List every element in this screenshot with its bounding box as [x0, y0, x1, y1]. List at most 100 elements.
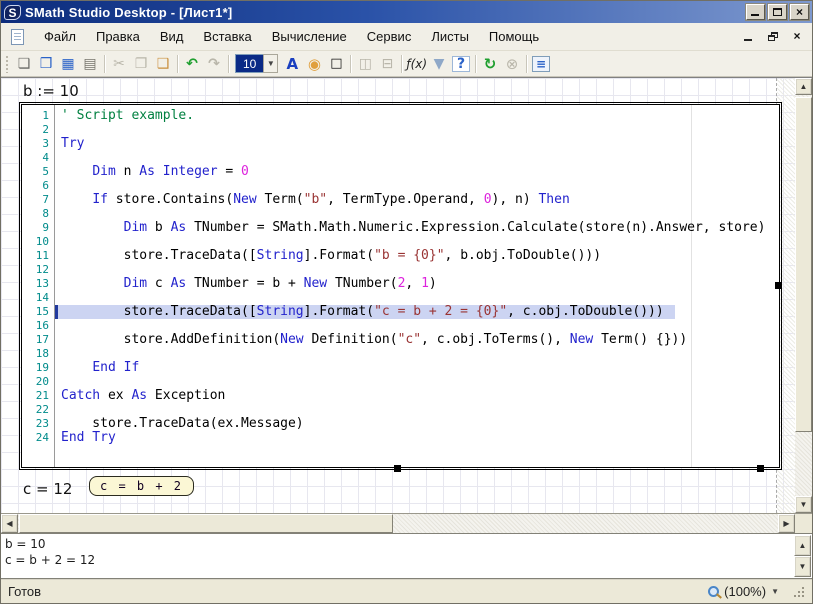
- font-size-combo[interactable]: 10 ▼: [235, 54, 278, 73]
- code-line[interactable]: Try: [61, 137, 779, 151]
- code-line[interactable]: store.AddDefinition(New Definition("c", …: [61, 333, 779, 347]
- math-region-c-result[interactable]: c = 12: [23, 480, 72, 498]
- function-button[interactable]: ƒ(x): [405, 53, 428, 75]
- code-line-selected[interactable]: store.TraceData([String].Format("c = b +…: [55, 305, 675, 319]
- menu-file[interactable]: Файл: [34, 25, 86, 48]
- console-scrollbar[interactable]: ▲ ▼: [793, 534, 812, 578]
- scroll-up-arrow-icon[interactable]: ▲: [795, 78, 812, 95]
- code-line[interactable]: Dim b As TNumber = SMath.Math.Numeric.Ex…: [61, 221, 779, 235]
- menu-bar: ФайлПравкаВидВставкаВычислениеСервисЛист…: [1, 23, 812, 51]
- code-line[interactable]: End Try: [61, 431, 779, 445]
- resize-grip[interactable]: [793, 586, 805, 598]
- clipboard-icon: ❑: [157, 57, 170, 71]
- code-line[interactable]: [61, 347, 779, 361]
- mdi-restore-button[interactable]: [764, 29, 782, 45]
- vertical-scrollbar[interactable]: ▲ ▼: [795, 78, 812, 513]
- code-line[interactable]: store.TraceData(ex.Message): [61, 417, 779, 431]
- code-line[interactable]: [61, 207, 779, 221]
- scroll-right-arrow-icon[interactable]: ▶: [778, 514, 795, 533]
- zoom-dropdown-arrow-icon[interactable]: ▼: [771, 587, 779, 596]
- mdi-close-button[interactable]: ×: [788, 29, 806, 45]
- menu-view[interactable]: Вид: [150, 25, 194, 48]
- code-line[interactable]: [61, 151, 779, 165]
- code-line[interactable]: ' Script example.: [61, 109, 779, 123]
- code-line[interactable]: [61, 403, 779, 417]
- redo-arrow-icon: ↷: [208, 57, 220, 71]
- menu-help[interactable]: Помощь: [479, 25, 549, 48]
- code-line[interactable]: Dim n As Integer = 0: [61, 165, 779, 179]
- code-line[interactable]: store.TraceData([String].Format("b = {0}…: [61, 249, 779, 263]
- code-line[interactable]: Catch ex As Exception: [61, 389, 779, 403]
- code-line[interactable]: Dim c As TNumber = b + New TNumber(2, 1): [61, 277, 779, 291]
- scrollbar-corner: [795, 514, 812, 533]
- recalculate-button[interactable]: ↻: [479, 53, 501, 75]
- maximize-icon: [773, 8, 782, 16]
- align-vertical-button: ⊟: [376, 53, 398, 75]
- toolbar-grip[interactable]: [5, 55, 9, 73]
- output-console: b = 10c = b + 2 = 12 ▲ ▼: [1, 533, 812, 579]
- line-number: 1: [22, 109, 54, 123]
- code-area[interactable]: ' Script example. Try Dim n As Integer =…: [55, 105, 779, 467]
- resize-handle-bottom[interactable]: [394, 465, 401, 472]
- worksheet-canvas[interactable]: b := 10 12345678910111213141516171819202…: [1, 78, 795, 513]
- code-line[interactable]: [61, 235, 779, 249]
- paste-button[interactable]: ❑: [152, 53, 174, 75]
- undo-arrow-icon: ↶: [186, 57, 198, 71]
- toolbar: ❏❒▦▤✂❐❑↶↷ 10 ▼ A◉□◫⊟ƒ(x)▼?↻⊗≡: [1, 51, 812, 77]
- mdi-minimize-button[interactable]: [740, 29, 758, 45]
- resize-handle-corner[interactable]: [757, 465, 764, 472]
- code-line[interactable]: End If: [61, 361, 779, 375]
- code-line[interactable]: [61, 291, 779, 305]
- code-line[interactable]: [61, 263, 779, 277]
- cut-button: ✂: [108, 53, 130, 75]
- filter-button[interactable]: ▼: [428, 53, 450, 75]
- inline-code-region[interactable]: c = b + 2: [89, 476, 194, 496]
- menu-tools[interactable]: Сервис: [357, 25, 422, 48]
- console-scroll-down-icon[interactable]: ▼: [794, 556, 811, 577]
- vertical-scroll-thumb[interactable]: [795, 97, 812, 432]
- close-button[interactable]: ×: [790, 4, 809, 20]
- background-color-button[interactable]: ◉: [303, 53, 325, 75]
- zoom-level: (100%): [724, 584, 766, 599]
- menu-sheets[interactable]: Листы: [421, 25, 479, 48]
- help-button[interactable]: ?: [450, 53, 472, 75]
- print-button[interactable]: ▤: [79, 53, 101, 75]
- menu-edit[interactable]: Правка: [86, 25, 150, 48]
- open-folder-icon: ❒: [40, 57, 53, 71]
- line-number: 15: [22, 305, 54, 319]
- code-line[interactable]: If store.Contains(New Term("b", TermType…: [61, 193, 779, 207]
- open-button[interactable]: ❒: [35, 53, 57, 75]
- options-button[interactable]: ≡: [530, 53, 552, 75]
- code-line[interactable]: [61, 123, 779, 137]
- math-region-b-definition[interactable]: b := 10: [23, 82, 79, 100]
- line-number: 24: [22, 431, 54, 445]
- align-horizontal-icon: ◫: [359, 57, 372, 71]
- font-size-dropdown-arrow-icon[interactable]: ▼: [263, 54, 278, 73]
- stop-icon: ⊗: [506, 57, 519, 71]
- menu-insert[interactable]: Вставка: [193, 25, 261, 48]
- horizontal-scrollbar[interactable]: ◀ ▶: [1, 514, 795, 533]
- horizontal-scroll-thumb[interactable]: [19, 514, 393, 533]
- code-editor-region[interactable]: 123456789101112131415161718192021222324 …: [21, 104, 780, 468]
- status-bar: Готов (100%) ▼: [1, 579, 812, 603]
- app-window: S SMath Studio Desktop - [Лист1*] × Файл…: [0, 0, 813, 604]
- zoom-control[interactable]: (100%) ▼: [708, 584, 779, 599]
- code-line[interactable]: [61, 375, 779, 389]
- scroll-down-arrow-icon[interactable]: ▼: [795, 496, 812, 513]
- scroll-left-arrow-icon[interactable]: ◀: [1, 514, 18, 533]
- toolbar-separator: [350, 55, 351, 73]
- line-number: 16: [22, 319, 54, 333]
- maximize-button[interactable]: [768, 4, 787, 20]
- console-scroll-up-icon[interactable]: ▲: [794, 535, 811, 556]
- document-icon[interactable]: [11, 29, 24, 45]
- code-line[interactable]: [61, 179, 779, 193]
- save-button[interactable]: ▦: [57, 53, 79, 75]
- new-document-button[interactable]: ❏: [13, 53, 35, 75]
- menu-calculation[interactable]: Вычисление: [262, 25, 357, 48]
- resize-handle-right[interactable]: [775, 282, 782, 289]
- border-button[interactable]: □: [325, 53, 347, 75]
- font-color-button[interactable]: A: [281, 53, 303, 75]
- code-line[interactable]: [61, 319, 779, 333]
- undo-button[interactable]: ↶: [181, 53, 203, 75]
- minimize-button[interactable]: [746, 4, 765, 20]
